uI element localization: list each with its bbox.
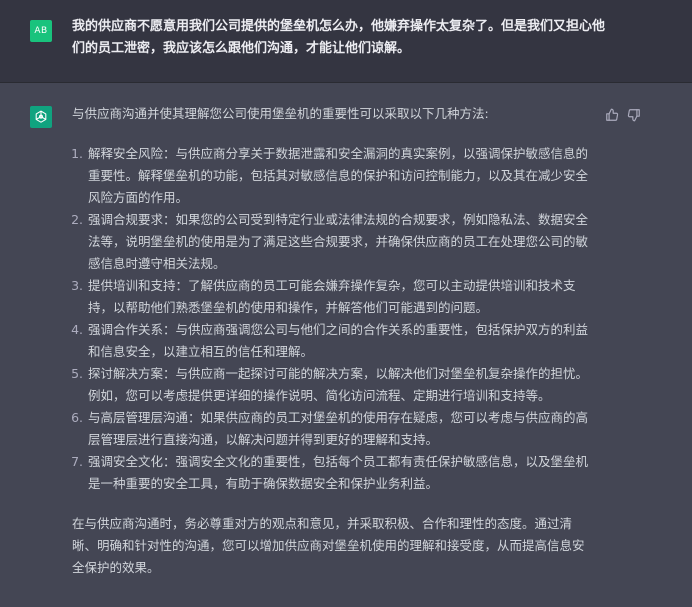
user-avatar: AB xyxy=(30,20,52,42)
assistant-message-row: 与供应商沟通并使其理解您公司使用堡垒机的重要性可以采取以下几种方法: 1. 解释安… xyxy=(0,83,692,607)
openai-logo-icon xyxy=(30,106,52,128)
assistant-intro: 与供应商沟通并使其理解您公司使用堡垒机的重要性可以采取以下几种方法: xyxy=(72,106,489,121)
list-item: 1. 解释安全风险：与供应商分享关于数据泄露和安全漏洞的真实案例，以强调保护敏感信… xyxy=(71,143,592,209)
list-item: 2. 强调合规要求：如果您的公司受到特定行业或法律法规的合规要求，例如隐私法、数据… xyxy=(71,209,592,275)
list-item-number: 5. xyxy=(71,366,83,381)
list-item: 4. 强调合作关系：与供应商强调您公司与他们之间的合作关系的重要性，包括保护双方的… xyxy=(71,319,592,363)
list-item-number: 6. xyxy=(71,410,83,425)
advice-list: 1. 解释安全风险：与供应商分享关于数据泄露和安全漏洞的真实案例，以强调保护敏感信… xyxy=(71,143,592,495)
list-item: 6. 与高层管理层沟通：如果供应商的员工对堡垒机的使用存在疑虑，您可以考虑与供应商… xyxy=(71,407,592,451)
list-item-text: 强调合作关系：与供应商强调您公司与他们之间的合作关系的重要性，包括保护双方的利益… xyxy=(88,322,589,359)
list-item: 7. 强调安全文化：强调安全文化的重要性，包括每个员工都有责任保护敏感信息，以及堡… xyxy=(71,451,592,495)
list-item-text: 解释安全风险：与供应商分享关于数据泄露和安全漏洞的真实案例，以强调保护敏感信息的… xyxy=(88,146,589,205)
list-item-text: 强调合规要求：如果您的公司受到特定行业或法律法规的合规要求，例如隐私法、数据安全… xyxy=(88,212,589,271)
user-message-text: 我的供应商不愿意用我们公司提供的堡垒机怎么办，他嫌弃操作太复杂了。但是我们又担心… xyxy=(72,19,606,56)
list-item-number: 1. xyxy=(71,146,83,161)
list-item-number: 2. xyxy=(71,212,83,227)
list-item-number: 7. xyxy=(71,454,83,469)
assistant-message-content: 与供应商沟通并使其理解您公司使用堡垒机的重要性可以采取以下几种方法: 1. 解释安… xyxy=(71,103,592,579)
thumbs-down-icon[interactable] xyxy=(626,107,642,123)
list-item-text: 强调安全文化：强调安全文化的重要性，包括每个员工都有责任保护敏感信息，以及堡垒机… xyxy=(88,454,589,491)
list-item: 5. 探讨解决方案：与供应商一起探讨可能的解决方案，以解决他们对堡垒机复杂操作的担… xyxy=(71,363,592,407)
user-message-row: AB 我的供应商不愿意用我们公司提供的堡垒机怎么办，他嫌弃操作太复杂了。但是我们… xyxy=(0,0,692,83)
thumbs-up-icon[interactable] xyxy=(604,107,620,123)
list-item-text: 与高层管理层沟通：如果供应商的员工对堡垒机的使用存在疑虑，您可以考虑与供应商的高… xyxy=(88,410,589,447)
list-item-text: 提供培训和支持：了解供应商的员工可能会嫌弃操作复杂，您可以主动提供培训和技术支持… xyxy=(88,278,576,315)
list-item-text: 探讨解决方案：与供应商一起探讨可能的解决方案，以解决他们对堡垒机复杂操作的担忧。… xyxy=(88,366,589,403)
list-item-number: 4. xyxy=(71,322,83,337)
list-item: 3. 提供培训和支持：了解供应商的员工可能会嫌弃操作复杂，您可以主动提供培训和技术… xyxy=(71,275,592,319)
list-item-number: 3. xyxy=(71,278,83,293)
assistant-conclusion: 在与供应商沟通时，务必尊重对方的观点和意见，并采取积极、合作和理性的态度。通过清… xyxy=(72,516,585,575)
